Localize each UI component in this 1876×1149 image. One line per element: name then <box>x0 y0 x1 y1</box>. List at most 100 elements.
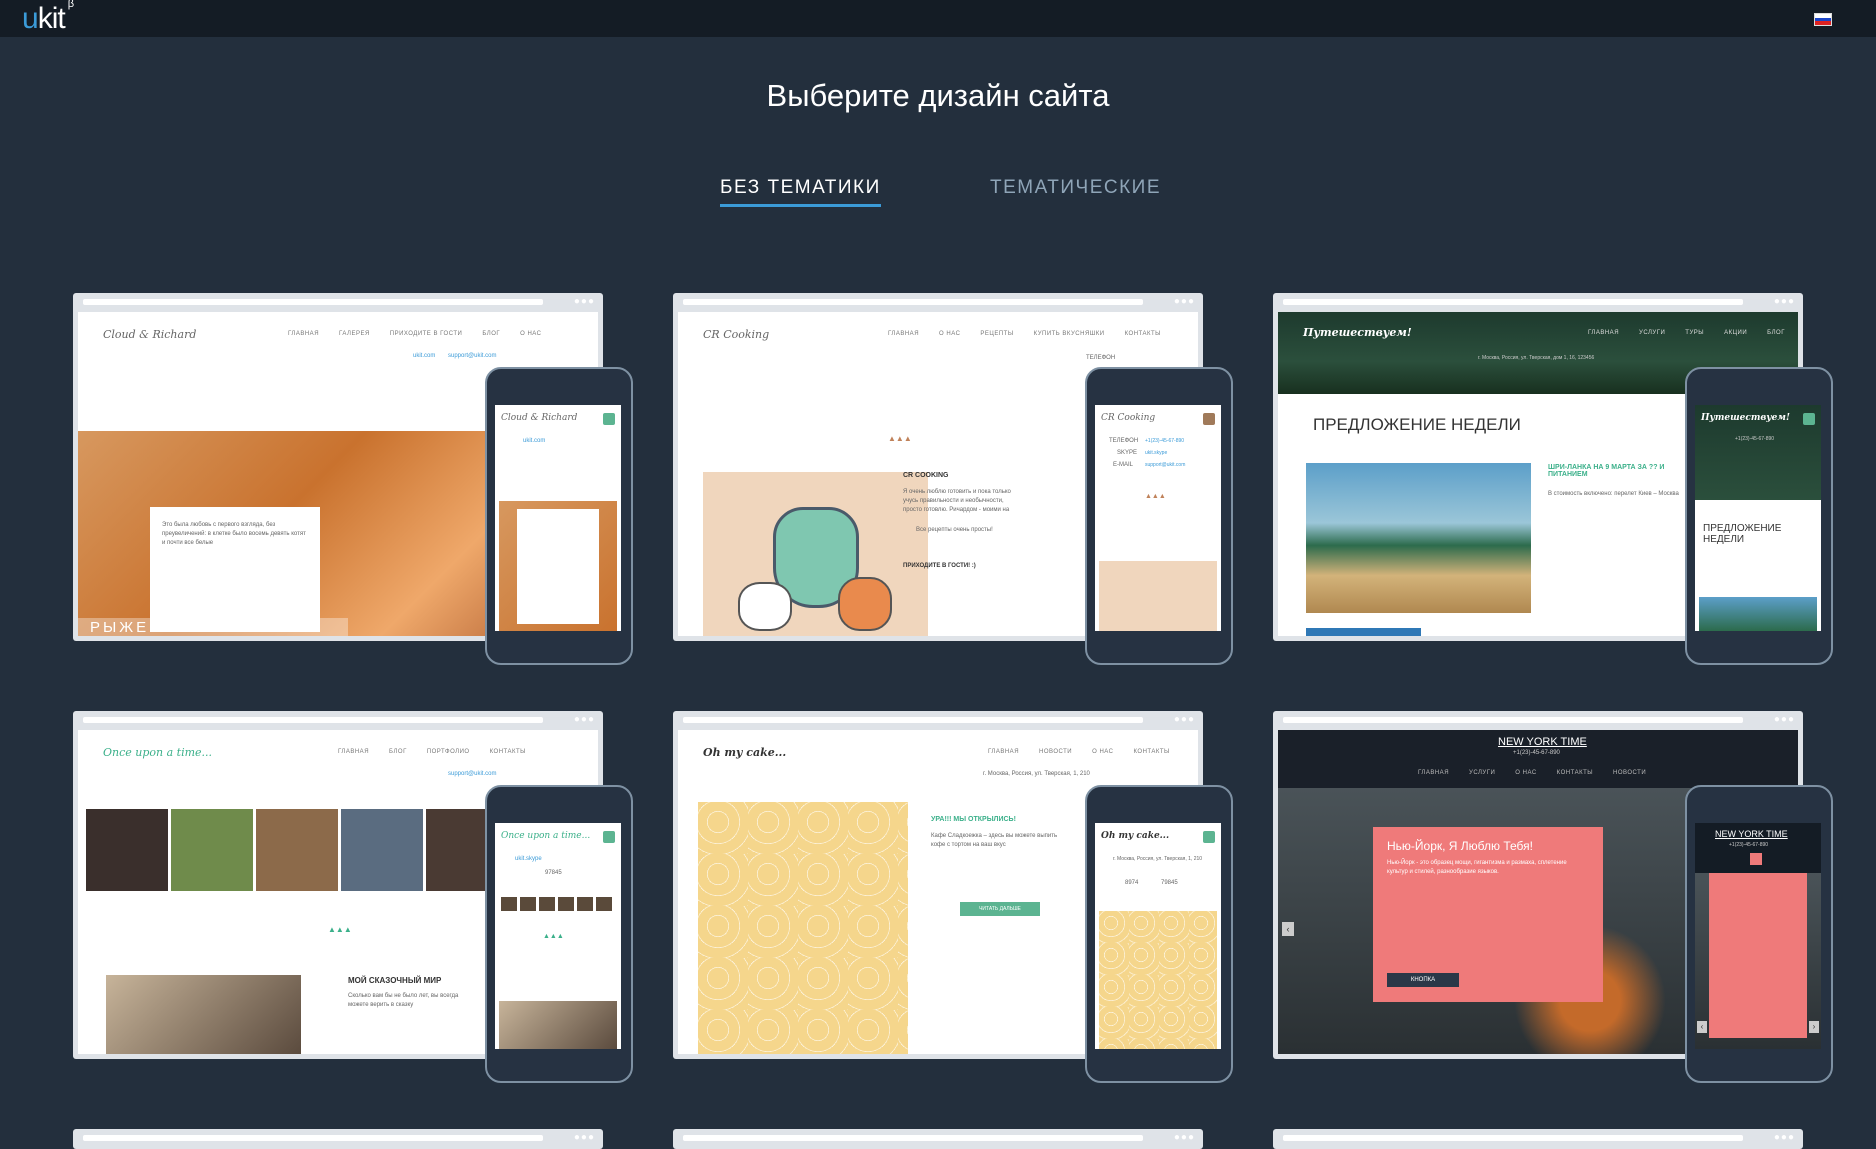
logo-u: u <box>22 2 39 35</box>
mobile-address: г. Москва, Россия, ул. Тверская, 1, 210 <box>1113 856 1203 862</box>
mobile-contact: ukit.skype <box>515 856 542 862</box>
nav-item: КОНТАКТЫ <box>489 749 526 755</box>
nav-item: НОВОСТИ <box>1613 770 1647 776</box>
section-heading: ПРЕДЛОЖЕНИЕ НЕДЕЛИ <box>1313 415 1521 434</box>
mobile-phone: 79845 <box>1161 880 1178 886</box>
header-address: г. Москва, Россия, ул. Тверская, 1, 210 <box>983 771 1090 777</box>
ice-cream-image <box>698 802 908 1054</box>
mobile-beach-image <box>1699 597 1817 631</box>
browser-address-bar <box>83 299 543 305</box>
nav-item: О НАС <box>520 331 542 337</box>
menu-icon <box>603 831 615 843</box>
thumbnail-strip <box>1306 628 1421 636</box>
top-bar: ukit β <box>0 0 1876 37</box>
hero-text-box: Это была любовь с первого взгляда, без п… <box>150 507 320 632</box>
mobile-preview: Cloud & Richard ukit.com <box>485 367 633 665</box>
hero-text: Это была любовь с первого взгляда, без п… <box>162 522 306 546</box>
menu-icon <box>1203 413 1215 425</box>
site-logo: Oh my cake... <box>703 746 787 759</box>
mobile-logo: NEW YORK TIME <box>1715 829 1788 839</box>
header-address: г. Москва, Россия, ул. Тверская, дом 1, … <box>1478 355 1595 361</box>
site-logo: Путешествуем! <box>1303 326 1412 339</box>
mobile-ice-cream-image <box>1099 911 1217 1049</box>
section-text: Я очень люблю готовить и пока только учу… <box>903 489 1011 513</box>
nav-item: ГЛАВНАЯ <box>1588 330 1620 336</box>
ukit-logo[interactable]: ukit β <box>22 0 74 36</box>
mobile-preview: Путешествуем! +1(23)-45-67-890 ПРЕДЛОЖЕН… <box>1685 367 1833 665</box>
mobile-preview: CR Cooking ТЕЛЕФОН +1(23)-45-67-890 SKYP… <box>1085 367 1233 665</box>
browser-address-bar <box>1283 299 1743 305</box>
nav-item: О НАС <box>1515 770 1537 776</box>
template-card-row3-2[interactable]: ●●● <box>673 1129 1203 1149</box>
nav-item: КОНТАКТЫ <box>1124 331 1161 337</box>
section-heading: CR COOKING <box>903 472 949 479</box>
mobile-preview: Oh my cake... г. Москва, Россия, ул. Тве… <box>1085 785 1233 1083</box>
browser-address-bar <box>1283 717 1743 723</box>
menu-icon <box>603 413 615 425</box>
nav-item: КУПИТЬ ВКУСНЯШКИ <box>1033 331 1105 337</box>
mobile-screen: Путешествуем! +1(23)-45-67-890 ПРЕДЛОЖЕН… <box>1695 405 1821 631</box>
template-card-row3-3[interactable]: ●●● <box>1273 1129 1803 1149</box>
mobile-logo: Путешествуем! <box>1701 413 1790 423</box>
nav-item: ПОРТФОЛИО <box>426 749 470 755</box>
nav-item: ГЛАВНАЯ <box>338 749 370 755</box>
template-card-row3-1[interactable]: ●●● <box>73 1129 603 1149</box>
site-nav: ГЛАВНАЯ НОВОСТИ О НАС КОНТАКТЫ <box>968 749 1170 755</box>
nav-item: БЛОГ <box>482 331 501 337</box>
hero-heading: Нью-Йорк, Я Люблю Тебя! <box>1387 839 1533 853</box>
nav-item: ГЛАВНАЯ <box>988 749 1020 755</box>
browser-address-bar <box>83 1135 543 1141</box>
hero-text: Нью-Йорк - это образец мощи, гигантизма … <box>1387 860 1567 875</box>
site-logo: Cloud & Richard <box>103 328 197 341</box>
logo-beta: β <box>67 0 74 10</box>
offer-heading: ШРИ-ЛАНКА НА 9 МАРТА ЗА ?? И ПИТАНИЕМ <box>1548 464 1665 478</box>
article-image <box>106 975 301 1054</box>
mobile-text-box <box>517 509 599 624</box>
slider-prev-icon: ‹ <box>1282 922 1294 936</box>
mobile-email-label: E-MAIL <box>1113 462 1134 468</box>
site-nav: ГЛАВНАЯ ГАЛЕРЕЯ ПРИХОДИТЕ В ГОСТИ БЛОГ О НАС <box>268 331 542 337</box>
hero-button: КНОПКА <box>1387 973 1459 987</box>
triangles-icon: ▲▲▲ <box>543 933 564 940</box>
phone-label: ТЕЛЕФОН <box>1086 355 1116 361</box>
logo-rest: kit <box>37 2 66 35</box>
section-text: Кафе Сладкоежка – здесь вы можете выпить… <box>931 833 1058 848</box>
mobile-phone: +1(23)-45-67-890 <box>1729 842 1769 848</box>
nav-item: НОВОСТИ <box>1039 749 1073 755</box>
template-card-travel[interactable]: ●●● Путешествуем! ГЛАВНАЯ УСЛУГИ ТУРЫ АКЦИИ… <box>1273 293 1833 665</box>
mobile-skype-label: SKYPE <box>1117 450 1138 456</box>
mobile-screen: Cloud & Richard ukit.com <box>495 405 621 631</box>
site-nav: ГЛАВНАЯ УСЛУГИ ТУРЫ АКЦИИ БЛОГ <box>1568 330 1785 336</box>
tab-no-theme[interactable]: БЕЗ ТЕМАТИКИ <box>720 177 881 207</box>
offer-text: В стоимость включено: перелет Киев – Мос… <box>1548 491 1679 497</box>
template-card-cloud-richard[interactable]: ●●● Cloud & Richard ГЛАВНАЯ ГАЛЕРЕЯ ПРИХОД… <box>73 293 633 665</box>
gallery-photo <box>86 809 168 891</box>
site-nav: ГЛАВНАЯ УСЛУГИ О НАС КОНТАКТЫ НОВОСТИ <box>1398 770 1646 776</box>
section-line: Все рецепты очень просты! <box>916 527 993 533</box>
tab-thematic[interactable]: ТЕМАТИЧЕСКИЕ <box>990 177 1161 199</box>
mobile-phone-label: ТЕЛЕФОН <box>1109 438 1139 444</box>
mobile-article-image <box>499 1001 617 1049</box>
mobile-preview: NEW YORK TIME +1(23)-45-67-890 ‹ › <box>1685 785 1833 1083</box>
mobile-phone: +1(23)-45-67-890 <box>1145 438 1185 444</box>
browser-dots-icon: ●●● <box>573 714 595 725</box>
template-card-once-upon[interactable]: ●●● Once upon a time... ГЛАВНАЯ БЛОГ ПОРТФ… <box>73 711 633 1083</box>
browser-address-bar <box>683 1135 1143 1141</box>
browser-address-bar <box>683 299 1143 305</box>
beach-image <box>1306 463 1531 613</box>
nav-item: УСЛУГИ <box>1469 770 1496 776</box>
nav-item: БЛОГ <box>389 749 407 755</box>
template-card-new-york[interactable]: ●●● NEW YORK TIME +1(23)-45-67-890 ГЛАВН… <box>1273 711 1833 1083</box>
nav-item: О НАС <box>939 331 961 337</box>
article-heading: МОЙ СКАЗОЧНЫЙ МИР <box>348 976 442 985</box>
nav-item: ТУРЫ <box>1685 330 1705 336</box>
ru-flag-icon[interactable] <box>1814 13 1832 26</box>
gallery-photo <box>256 809 338 891</box>
browser-dots-icon: ●●● <box>1173 1132 1195 1143</box>
menu-icon <box>1803 413 1815 425</box>
mobile-hero-box <box>1709 873 1807 1038</box>
gallery-photo <box>341 809 423 891</box>
template-card-oh-my-cake[interactable]: ●●● Oh my cake... ГЛАВНАЯ НОВОСТИ О НАС КОН… <box>673 711 1233 1083</box>
site-nav: ГЛАВНАЯ БЛОГ ПОРТФОЛИО КОНТАКТЫ <box>318 749 526 755</box>
template-card-cr-cooking[interactable]: ●●● CR Cooking ГЛАВНАЯ О НАС РЕЦЕПТЫ КУПИТЬ… <box>673 293 1233 665</box>
